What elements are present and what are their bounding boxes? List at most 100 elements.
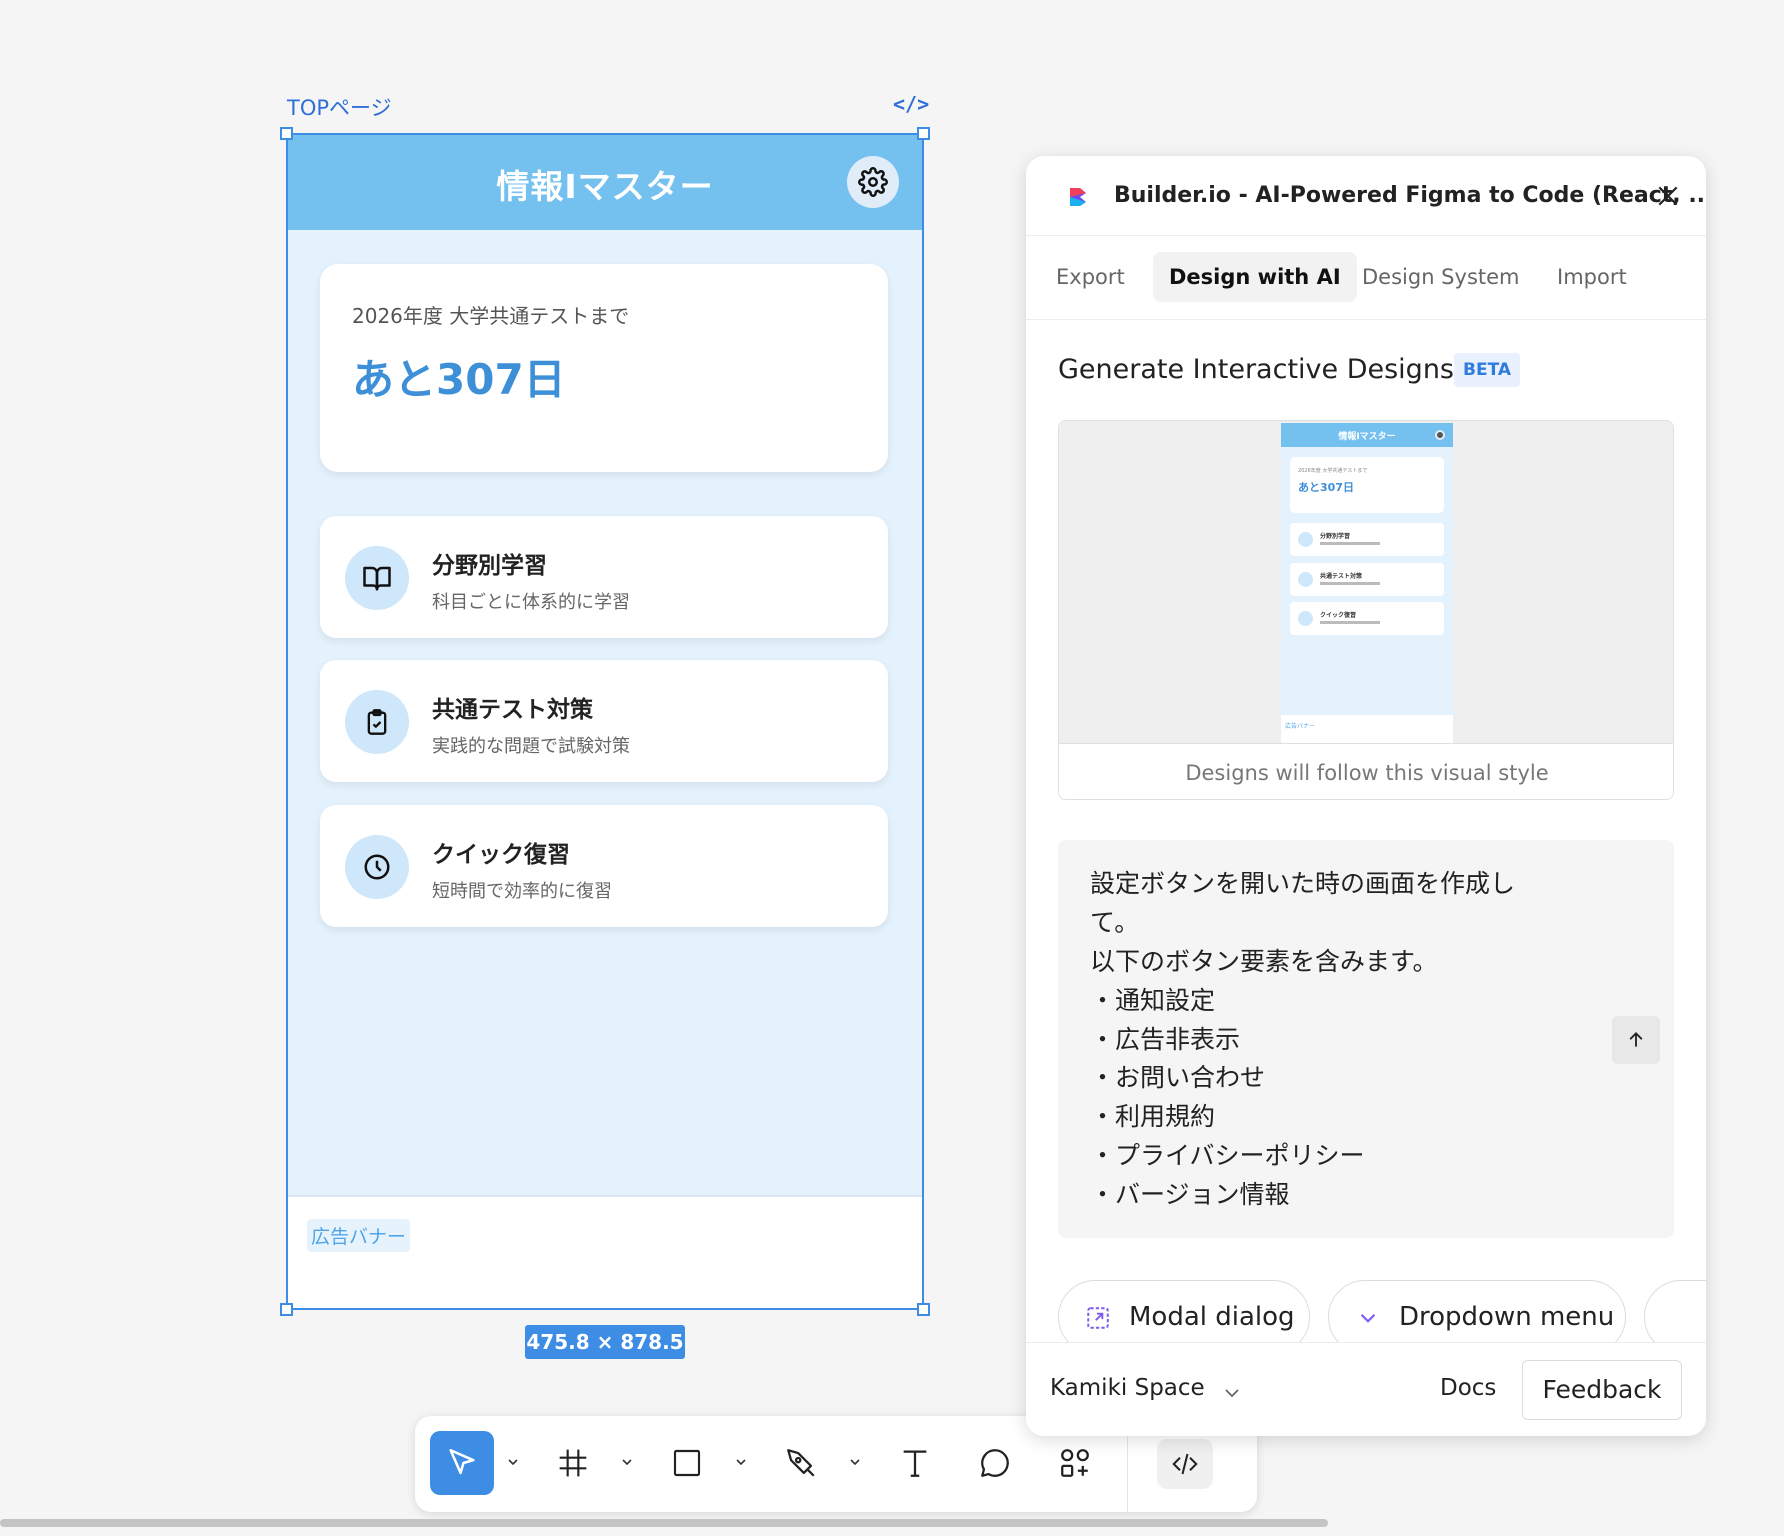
menu-card-title: クイック復習 <box>432 842 570 868</box>
mini-card-subtitle <box>1320 542 1380 545</box>
settings-button[interactable] <box>847 156 899 208</box>
mini-title: 情報Iマスター <box>1338 432 1396 442</box>
resize-handle[interactable] <box>917 127 930 140</box>
frame-name-label[interactable]: TOPページ <box>287 92 392 122</box>
chevron-down-icon[interactable] <box>733 1454 749 1470</box>
frame-tool[interactable] <box>541 1431 605 1495</box>
tab-design-with-ai[interactable]: Design with AI <box>1153 252 1357 302</box>
chevron-down-icon[interactable] <box>847 1454 863 1470</box>
modal-icon <box>1085 1305 1111 1335</box>
assets-tool[interactable] <box>1043 1431 1107 1495</box>
book-icon <box>345 546 409 610</box>
section-title: Generate Interactive Designs <box>1058 354 1454 385</box>
tab-design-system[interactable]: Design System <box>1346 252 1536 302</box>
prompt-input[interactable]: 設定ボタンを開いた時の画面を作成し て。 以下のボタン要素を含みます。 ・通知設… <box>1058 840 1674 1238</box>
move-tool[interactable] <box>430 1431 494 1495</box>
chip-label: Modal dialog <box>1129 1302 1295 1332</box>
builder-logo-icon <box>1068 186 1090 212</box>
mini-card-title: クイック復習 <box>1320 612 1357 619</box>
chevron-down-icon[interactable] <box>619 1454 635 1470</box>
clipboard-check-icon <box>345 690 409 754</box>
resize-handle[interactable] <box>917 1303 930 1316</box>
close-button[interactable] <box>1652 180 1684 212</box>
prompt-line: ・広告非表示 <box>1090 1025 1241 1054</box>
mini-clock-icon <box>1298 611 1313 626</box>
prompt-line: 設定ボタンを開いた時の画面を作成し <box>1090 869 1516 898</box>
mini-countdown: 2026年度 大学共通テストまで あと307日 <box>1290 457 1444 513</box>
text-tool[interactable] <box>883 1431 947 1495</box>
prompt-line: ・プライバシーポリシー <box>1090 1141 1365 1170</box>
comment-icon <box>981 1449 1009 1477</box>
frame-icon <box>559 1449 587 1477</box>
chip-label: Dropdown menu <box>1399 1302 1615 1332</box>
prompt-line: ・お問い合わせ <box>1090 1063 1266 1092</box>
countdown-days: あと307日 <box>352 355 566 404</box>
ad-banner-label: 広告バナー <box>307 1219 411 1252</box>
mini-ad-banner: 広告バナー <box>1281 715 1453 743</box>
mini-card-subtitle <box>1320 621 1380 624</box>
builder-plugin-panel: Builder.io - AI-Powered Figma to Code (R… <box>1026 156 1706 1436</box>
horizontal-scrollbar[interactable] <box>0 1519 1328 1527</box>
prompt-line: ・バージョン情報 <box>1090 1180 1290 1209</box>
mini-card: 共通テスト対策 <box>1290 563 1444 596</box>
tab-import[interactable]: Import <box>1541 252 1643 302</box>
send-button[interactable] <box>1612 1016 1660 1064</box>
menu-card-subtitle: 短時間で効率的に復習 <box>432 881 612 902</box>
app-header: 情報Iマスター <box>287 134 923 230</box>
prompt-line: ・通知設定 <box>1090 986 1216 1015</box>
cursor-icon <box>449 1448 475 1475</box>
mini-countdown-days: あと307日 <box>1298 481 1354 494</box>
menu-card-exam-prep[interactable]: 共通テスト対策 実践的な問題で試験対策 <box>320 660 888 782</box>
dev-mode-toggle[interactable] <box>1157 1439 1213 1489</box>
mini-clipboard-icon <box>1298 572 1313 587</box>
chevron-down-icon[interactable] <box>1224 1383 1240 1402</box>
clock-icon <box>345 835 409 899</box>
rectangle-tool[interactable] <box>655 1431 719 1495</box>
mini-app-preview: 情報Iマスター 2026年度 大学共通テストまで あと307日 分野別学習 共通… <box>1281 423 1453 743</box>
frame-size-badge: 475.8 × 878.5 <box>525 1325 685 1359</box>
visual-style-preview[interactable]: 情報Iマスター 2026年度 大学共通テストまで あと307日 分野別学習 共通… <box>1058 420 1674 800</box>
feedback-button[interactable]: Feedback <box>1522 1360 1682 1420</box>
prompt-line: ・利用規約 <box>1090 1102 1216 1131</box>
menu-card-subtitle: 実践的な問題で試験対策 <box>432 736 630 757</box>
plugin-title: Builder.io - AI-Powered Figma to Code (R… <box>1114 183 1706 208</box>
chevron-down-icon[interactable] <box>505 1454 521 1470</box>
app-frame[interactable]: 情報Iマスター 2026年度 大学共通テストまで あと307日 分野別学習 科目… <box>287 134 923 1309</box>
menu-card-title: 分野別学習 <box>432 553 547 579</box>
pen-icon <box>787 1449 815 1477</box>
frame-code-icon[interactable]: </> <box>893 92 929 116</box>
ad-banner[interactable]: 広告バナー <box>287 1195 923 1309</box>
mini-card-title: 分野別学習 <box>1320 533 1351 540</box>
assets-icon <box>1061 1449 1089 1477</box>
prompt-line: 以下のボタン要素を含みます。 <box>1090 947 1438 976</box>
mini-gear-icon <box>1435 430 1445 440</box>
mini-card: クイック復習 <box>1290 602 1444 635</box>
mini-countdown-label: 2026年度 大学共通テストまで <box>1298 468 1368 474</box>
style-preview-image: 情報Iマスター 2026年度 大学共通テストまで あと307日 分野別学習 共通… <box>1059 421 1673 743</box>
mini-header: 情報Iマスター <box>1281 423 1453 447</box>
workspace-selector[interactable]: Kamiki Space <box>1050 1375 1205 1401</box>
close-icon <box>1658 186 1678 206</box>
arrow-up-icon <box>1629 1032 1643 1047</box>
mini-card: 分野別学習 <box>1290 523 1444 556</box>
countdown-card: 2026年度 大学共通テストまで あと307日 <box>320 264 888 472</box>
docs-link[interactable]: Docs <box>1440 1375 1496 1401</box>
plugin-tabs: Export Design with AI Design System Impo… <box>1026 236 1706 320</box>
plugin-footer: Kamiki Space Docs Feedback <box>1026 1342 1706 1436</box>
code-icon <box>1172 1453 1198 1475</box>
menu-card-subject-study[interactable]: 分野別学習 科目ごとに体系的に学習 <box>320 516 888 638</box>
menu-card-quick-review[interactable]: クイック復習 短時間で効率的に復習 <box>320 805 888 927</box>
style-caption: Designs will follow this visual style <box>1059 743 1673 799</box>
resize-handle[interactable] <box>280 127 293 140</box>
pen-tool[interactable] <box>769 1431 833 1495</box>
countdown-label: 2026年度 大学共通テストまで <box>352 304 630 328</box>
rectangle-icon <box>673 1449 701 1477</box>
resize-handle[interactable] <box>280 1303 293 1316</box>
mini-card-title: 共通テスト対策 <box>1320 573 1363 580</box>
tab-export[interactable]: Export <box>1040 252 1141 302</box>
menu-card-subtitle: 科目ごとに体系的に学習 <box>432 592 630 613</box>
gear-icon <box>858 167 888 197</box>
comment-tool[interactable] <box>963 1431 1027 1495</box>
menu-card-title: 共通テスト対策 <box>432 697 593 723</box>
mini-book-icon <box>1298 532 1313 547</box>
